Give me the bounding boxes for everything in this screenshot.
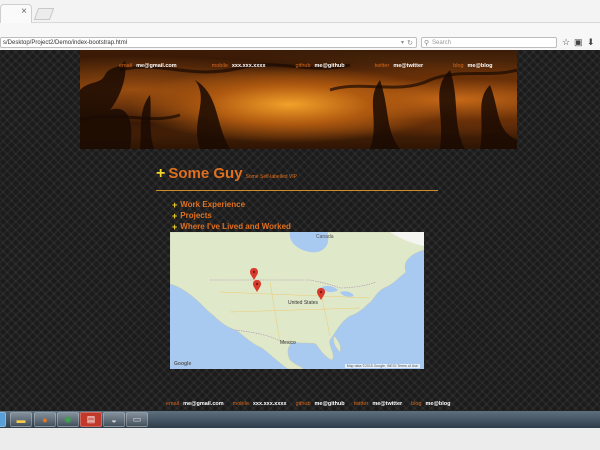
contact-label: twitter — [374, 63, 390, 69]
contact-mobile[interactable]: mobile xxx.xxx.xxxx — [212, 63, 266, 69]
download-icon[interactable]: ⬇ — [587, 37, 595, 48]
contact-value[interactable]: me@blog — [426, 401, 451, 407]
reload-icon[interactable]: ↻ — [407, 38, 413, 47]
contact-value[interactable]: me@blog — [468, 63, 493, 69]
os-taskbar: ▬ ● ◉ ▤ ◒ ▭ — [0, 411, 600, 428]
google-map[interactable]: Canada United States Mexico Google Map d… — [170, 232, 424, 369]
star-icon[interactable]: ☆ — [562, 37, 570, 48]
tab-close-icon[interactable]: × — [21, 6, 27, 17]
contact-value[interactable]: me@github — [315, 401, 345, 407]
contact-mobile[interactable]: mobile xxx.xxx.xxxx — [233, 401, 287, 407]
contact-value[interactable]: me@twitter — [372, 401, 402, 407]
contact-twitter[interactable]: twitter me@twitter — [375, 63, 423, 69]
contact-label: blog — [411, 401, 422, 407]
contact-github[interactable]: github me@github — [296, 401, 345, 407]
contact-value[interactable]: me@gmail.com — [136, 63, 177, 69]
search-placeholder: Search — [432, 40, 452, 46]
contact-value[interactable]: xxx.xxx.xxxx — [232, 63, 266, 69]
contact-label: twitter — [353, 401, 369, 407]
plus-icon: + — [172, 199, 178, 210]
search-input[interactable]: ⚲ Search — [421, 37, 557, 48]
page-viewport: email me@gmail.com mobile xxx.xxx.xxxx g… — [0, 50, 600, 411]
start-button[interactable] — [0, 412, 6, 427]
contact-value[interactable]: me@github — [315, 63, 345, 69]
map-label-mexico: Mexico — [280, 340, 296, 346]
firefox-icon[interactable]: ● — [34, 412, 56, 427]
profile-subtitle: Some Self-labelled VIP — [245, 174, 297, 180]
contact-email[interactable]: email me@gmail.com — [119, 63, 177, 69]
nav-label[interactable]: Where I've Lived and Worked — [180, 222, 291, 231]
search-icon: ⚲ — [424, 40, 430, 47]
nav-label[interactable]: Work Experience — [180, 200, 245, 209]
plus-icon: + — [156, 165, 166, 182]
file-explorer-icon[interactable]: ▬ — [10, 412, 32, 427]
app-icon[interactable]: ▤ — [80, 412, 102, 427]
profile-heading: + Some Guy Some Self-labelled VIP — [156, 166, 297, 182]
browser-tab[interactable]: × — [0, 4, 32, 23]
contact-value[interactable]: me@gmail.com — [183, 401, 224, 407]
section-nav: + Work Experience + Projects + Where I'v… — [172, 199, 291, 232]
divider — [156, 190, 438, 191]
gamepad-icon[interactable]: ◒ — [103, 412, 125, 427]
contact-github[interactable]: github me@github — [296, 63, 345, 69]
plus-icon: + — [172, 221, 178, 232]
map-florida — [333, 335, 341, 353]
chrome-icon[interactable]: ◉ — [57, 412, 79, 427]
contact-label: mobile — [211, 63, 228, 69]
contact-label: mobile — [232, 401, 249, 407]
map-canvas[interactable]: Canada United States Mexico — [170, 232, 424, 369]
plus-icon: + — [172, 210, 178, 221]
new-tab-button[interactable] — [33, 8, 55, 20]
nav-work-experience[interactable]: + Work Experience — [172, 199, 291, 210]
address-bar[interactable]: s/Desktop/Project2/Demo/index-bootstrap.… — [0, 37, 417, 48]
google-logo: Google — [174, 361, 192, 367]
terminal-icon[interactable]: ▭ — [126, 412, 148, 427]
dropdown-icon[interactable]: ▾ — [401, 38, 404, 47]
contact-blog[interactable]: blog me@blog — [453, 63, 492, 69]
clipboard-icon[interactable]: ▣ — [574, 37, 583, 48]
contact-value[interactable]: xxx.xxx.xxxx — [253, 401, 287, 407]
nav-label[interactable]: Projects — [180, 211, 212, 220]
desktop-strip — [0, 428, 600, 450]
map-attribution[interactable]: Map data ©2015 Google, INEGI Terms of Us… — [344, 364, 420, 368]
nav-where-lived[interactable]: + Where I've Lived and Worked — [172, 221, 291, 232]
browser-titlebar: × — [0, 0, 600, 23]
contact-twitter[interactable]: twitter me@twitter — [354, 401, 402, 407]
nav-projects[interactable]: + Projects — [172, 210, 291, 221]
contact-label: email — [166, 401, 180, 407]
contact-bar-top: email me@gmail.com mobile xxx.xxx.xxxx g… — [119, 63, 492, 69]
contact-label: github — [295, 401, 311, 407]
map-label-united-states: United States — [288, 300, 319, 306]
contact-label: email — [119, 63, 133, 69]
contact-label: github — [295, 63, 311, 69]
contact-blog[interactable]: blog me@blog — [411, 401, 450, 407]
contact-email[interactable]: email me@gmail.com — [166, 401, 224, 407]
contact-value[interactable]: me@twitter — [393, 63, 423, 69]
contact-bar-bottom: email me@gmail.com mobile xxx.xxx.xxxx g… — [166, 401, 450, 407]
contact-label: blog — [453, 63, 464, 69]
address-bar-url[interactable]: s/Desktop/Project2/Demo/index-bootstrap.… — [3, 40, 127, 46]
map-label-canada: Canada — [316, 234, 334, 240]
profile-name: Some Guy — [168, 165, 243, 182]
